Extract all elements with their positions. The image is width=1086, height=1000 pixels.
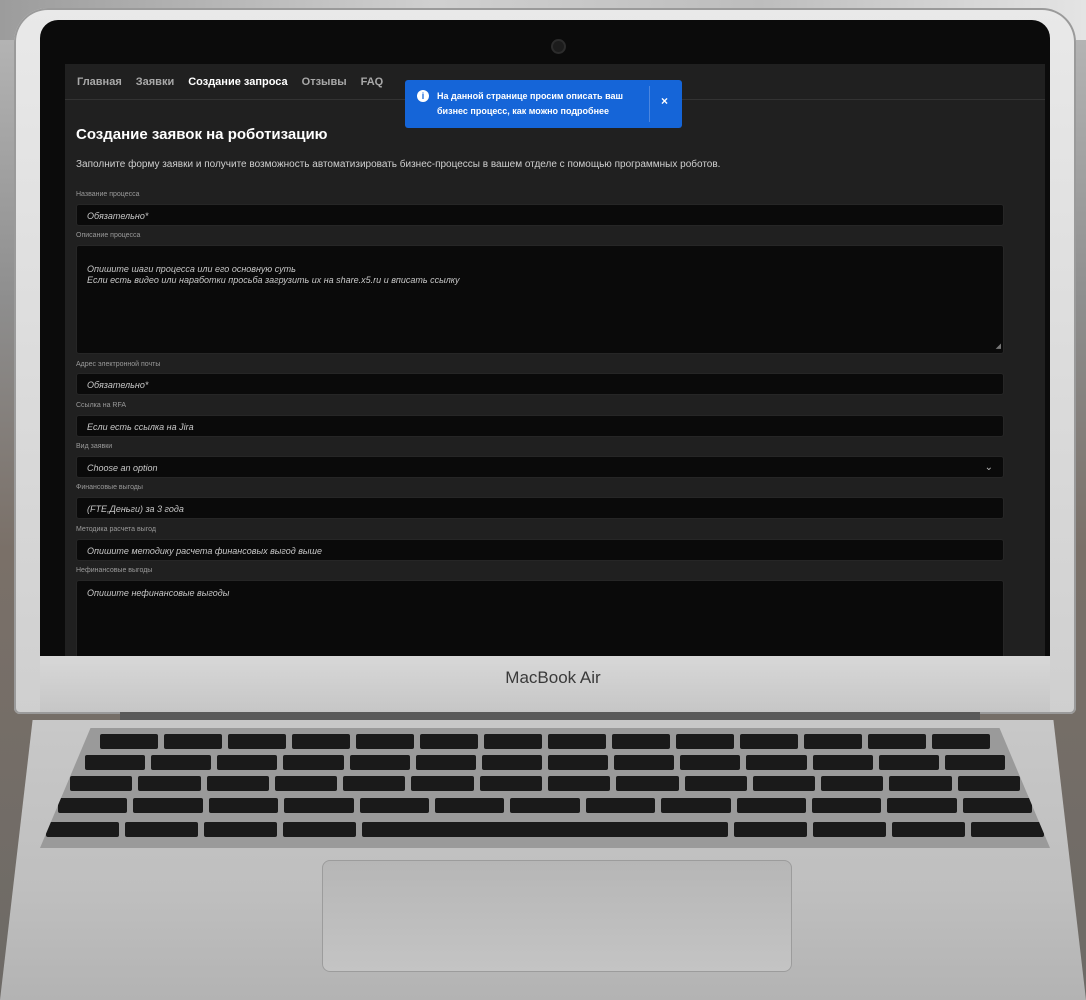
nav-item-requests[interactable]: Заявки [136, 76, 174, 88]
rfa-link-input[interactable]: Если есть ссылка на Jira [76, 415, 1004, 437]
trackpad [322, 860, 792, 972]
laptop-brand-label: MacBook Air [505, 668, 601, 687]
nav-item-faq[interactable]: FAQ [361, 76, 384, 88]
process-name-input[interactable]: Обязательно* [76, 204, 1004, 226]
toast-divider [649, 86, 650, 122]
chevron-down-icon: ⌄ [984, 462, 993, 473]
resize-handle-icon[interactable]: ◢ [996, 341, 1001, 352]
close-icon[interactable]: × [661, 94, 668, 108]
camera-icon [553, 41, 564, 52]
key-row [58, 798, 1033, 813]
browser-screen: Главная Заявки Создание запроса Отзывы F… [65, 64, 1045, 656]
process-name-label: Название процесса [76, 191, 140, 198]
financial-benefits-input[interactable]: (FTE,Деньги) за 3 года [76, 497, 1004, 519]
request-type-label: Вид заявки [76, 443, 113, 450]
toast-message-line-1: На данной странице просим описать ваш [437, 91, 624, 101]
process-description-textarea[interactable]: Опишите шаги процесса или его основную с… [76, 245, 1004, 354]
nav-item-home[interactable]: Главная [77, 76, 122, 88]
page-title: Создание заявок на роботизацию [76, 126, 328, 143]
rfa-link-label: Ссылка на RFA [76, 402, 127, 409]
process-description-placeholder: Опишите шаги процесса или его основную с… [87, 264, 460, 285]
info-icon: i [417, 90, 429, 102]
key-row [100, 734, 990, 749]
non-financial-textarea[interactable]: Опишите нефинансовые выгоды [76, 580, 1004, 656]
calc-method-label: Методика расчета выгод [76, 526, 156, 533]
email-label: Адрес электронной почты [76, 361, 161, 368]
non-financial-label: Нефинансовые выгоды [76, 567, 153, 574]
toast-message: На данной странице просим описать ваш би… [437, 89, 647, 119]
key-row [70, 776, 1020, 791]
financial-benefits-label: Финансовые выгоды [76, 484, 143, 491]
page-subtitle: Заполните форму заявки и получите возмож… [76, 159, 721, 170]
keyboard [40, 728, 1050, 848]
key-row [85, 755, 1005, 770]
calc-method-input[interactable]: Опишите методику расчета финансовых выго… [76, 539, 1004, 561]
info-toast: i На данной странице просим описать ваш … [405, 80, 682, 128]
request-type-select[interactable]: Choose an option ⌄ [76, 456, 1004, 478]
process-description-label: Описание процесса [76, 232, 141, 239]
key-row [46, 822, 1045, 837]
request-type-value: Choose an option [87, 463, 158, 473]
nav-item-create-request[interactable]: Создание запроса [188, 76, 287, 88]
email-input[interactable]: Обязательно* [76, 373, 1004, 395]
nav-item-reviews[interactable]: Отзывы [302, 76, 347, 88]
toast-message-line-2: бизнес процесс, как можно подробнее [437, 106, 610, 116]
